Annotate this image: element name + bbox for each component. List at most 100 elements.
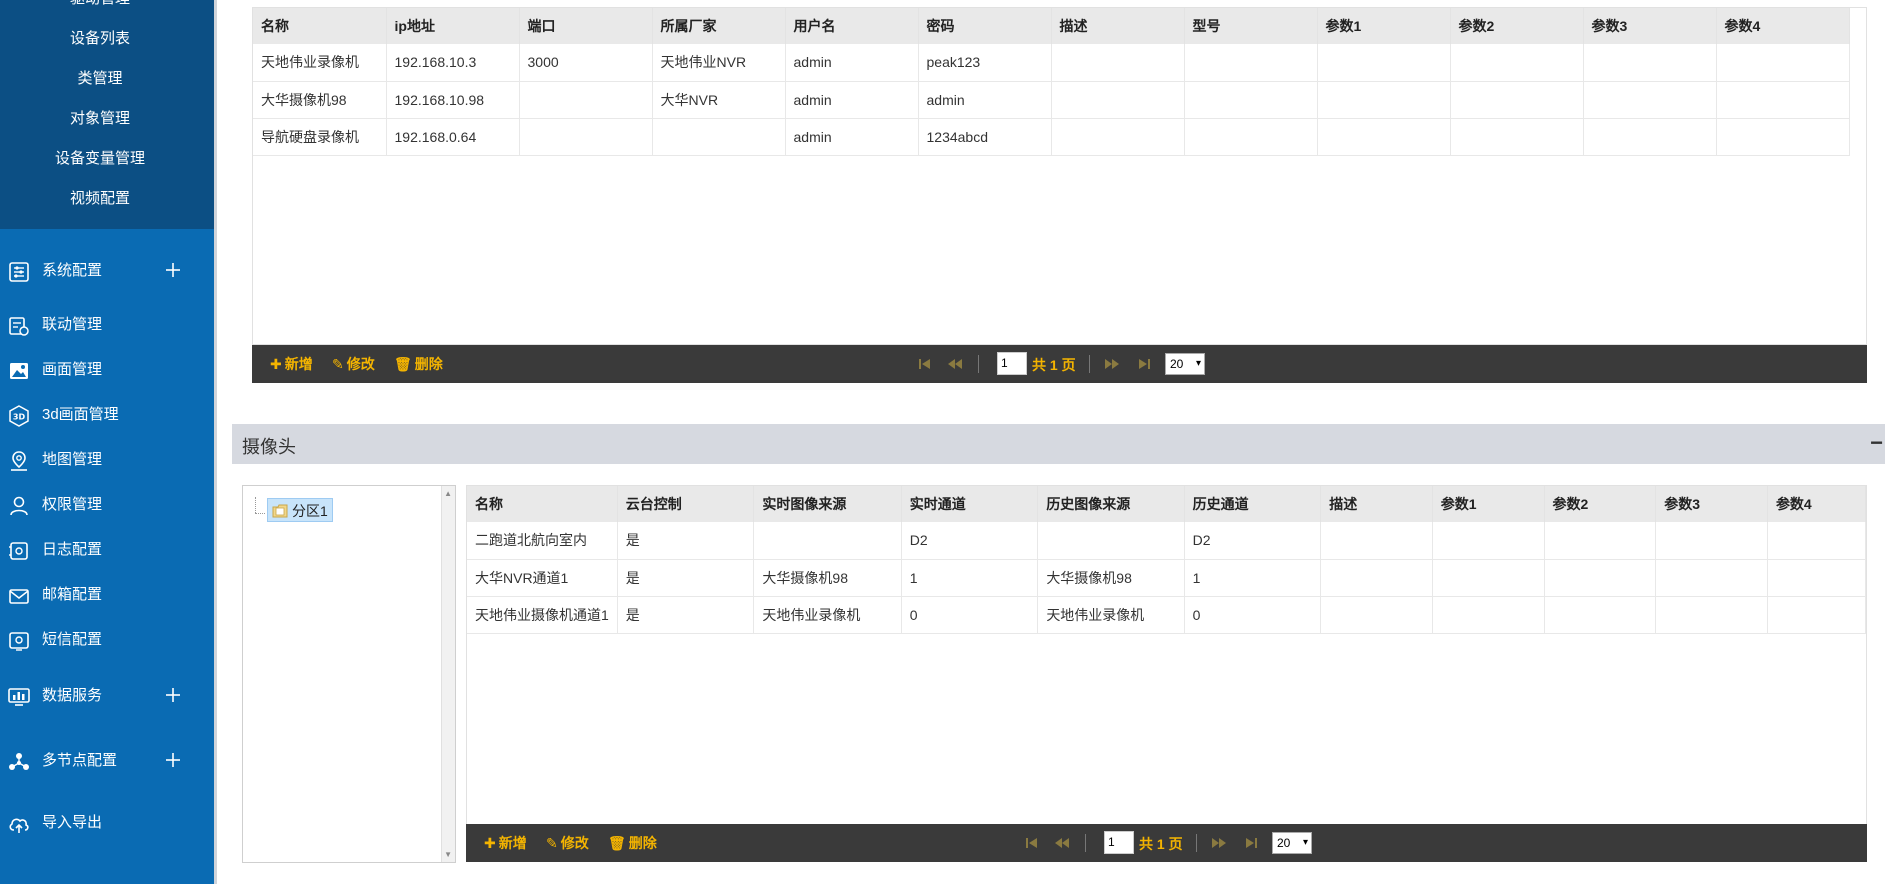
column-header-ptz[interactable]: 云台控制 — [617, 486, 755, 522]
expand-plus-icon[interactable] — [163, 685, 183, 705]
column-header-param1[interactable]: 参数1 — [1432, 486, 1545, 522]
tree-node[interactable]: 分区1 — [267, 498, 333, 522]
column-header-param2[interactable]: 参数2 — [1544, 486, 1657, 522]
table-row[interactable]: 天地伟业摄像机通道1 是天地伟业录像机 0 天地伟业录像机 0 — [467, 596, 1866, 634]
edit-button[interactable]: ✎ 修改 — [546, 835, 589, 851]
table-cell — [1767, 596, 1866, 634]
table-row[interactable]: 天地伟业录像机 192.168.10.3 3000 天地伟业NVR admin peak1… — [253, 44, 1850, 82]
table-cell: admin — [785, 118, 919, 156]
tree-scrollbar[interactable]: ▲ ▼ — [441, 486, 455, 862]
next-page-icon[interactable] — [1105, 356, 1119, 372]
page-number-input[interactable]: 1 — [997, 352, 1027, 375]
column-header-password[interactable]: 密码 — [918, 8, 1052, 44]
table-cell — [1767, 522, 1866, 560]
sidebar-item-linkage[interactable]: 联动管理 — [0, 308, 214, 342]
camera-table-body: 二跑道北航向室内是 D2 D2 大华NVR通道1 是大华摄像机98 1 大华摄像机98 1 … — [467, 522, 1866, 634]
table-row[interactable]: 导航硬盘录像机 192.168.0.64 admin 1234abcd — [253, 118, 1850, 156]
sidebar-item-import-export[interactable]: 导入导出 — [0, 806, 214, 840]
page-size-select[interactable]: 20 ▾ — [1272, 832, 1312, 854]
sidebar-item-permission[interactable]: 权限管理 — [0, 488, 214, 522]
sidebar-item-system-config[interactable]: 系统配置 — [0, 254, 214, 288]
table-cell: admin — [918, 81, 1052, 119]
table-row[interactable]: 大华摄像机98 192.168.10.98 大华NVR admin admin — [253, 81, 1850, 119]
page-number-input[interactable]: 1 — [1104, 831, 1134, 854]
next-page-icon[interactable] — [1212, 835, 1226, 851]
table-cell: 0 — [901, 596, 1039, 634]
sidebar-item-map[interactable]: 地图管理 — [0, 443, 214, 477]
scroll-up-icon[interactable]: ▲ — [444, 489, 452, 498]
sidebar-item-label: 地图管理 — [42, 451, 103, 468]
column-header-history-source[interactable]: 历史图像来源 — [1037, 486, 1185, 522]
column-header-param3[interactable]: 参数3 — [1583, 8, 1717, 44]
prev-page-icon[interactable] — [948, 356, 962, 372]
scroll-down-icon[interactable]: ▼ — [444, 850, 452, 859]
table-cell — [1037, 522, 1185, 560]
column-header-port[interactable]: 端口 — [519, 8, 653, 44]
column-header-vendor[interactable]: 所属厂家 — [652, 8, 786, 44]
table-cell — [1544, 559, 1657, 597]
submenu-item-class[interactable]: 类管理 — [0, 69, 200, 89]
first-page-icon[interactable] — [918, 356, 932, 372]
sidebar-item-multi-node[interactable]: 多节点配置 — [0, 744, 214, 778]
table-cell — [1317, 81, 1451, 119]
table-cell — [1184, 118, 1318, 156]
column-header-name[interactable]: 名称 — [467, 486, 618, 522]
column-header-description[interactable]: 描述 — [1051, 8, 1185, 44]
first-page-icon[interactable] — [1025, 835, 1039, 851]
sidebar-item-log[interactable]: 日志配置 — [0, 533, 214, 567]
add-button[interactable]: ✚ 新增 — [270, 356, 313, 372]
delete-button[interactable]: 🗑 删除 — [608, 835, 657, 851]
column-header-username[interactable]: 用户名 — [785, 8, 919, 44]
table-cell — [519, 81, 653, 119]
sidebar-item-3d-screen[interactable]: 3D 3d画面管理 — [0, 398, 214, 432]
plus-icon: ✚ — [484, 835, 496, 851]
table-cell — [1583, 118, 1717, 156]
table-cell: 天地伟业录像机 — [753, 596, 902, 634]
column-header-live-source[interactable]: 实时图像来源 — [753, 486, 902, 522]
table-cell — [1544, 596, 1657, 634]
column-header-param4[interactable]: 参数4 — [1716, 8, 1850, 44]
expand-plus-icon[interactable] — [163, 260, 183, 280]
column-header-history-channel[interactable]: 历史通道 — [1184, 486, 1322, 522]
page-size-select[interactable]: 20 ▾ — [1165, 353, 1205, 375]
sidebar-item-screen[interactable]: 画面管理 — [0, 353, 214, 387]
prev-page-icon[interactable] — [1055, 835, 1069, 851]
edit-button-label: 修改 — [346, 356, 375, 372]
pager-separator — [1196, 834, 1197, 852]
add-button[interactable]: ✚ 新增 — [484, 835, 527, 851]
submenu-item-device-variable[interactable]: 设备变量管理 — [0, 149, 200, 169]
last-page-icon[interactable] — [1244, 835, 1258, 851]
table-cell — [1655, 596, 1768, 634]
table-cell — [1655, 522, 1768, 560]
column-header-param4[interactable]: 参数4 — [1767, 486, 1866, 522]
column-header-param2[interactable]: 参数2 — [1450, 8, 1584, 44]
sidebar-item-mail[interactable]: 邮箱配置 — [0, 578, 214, 612]
submenu-item-video-config[interactable]: 视频配置 — [0, 189, 200, 209]
column-header-live-channel[interactable]: 实时通道 — [901, 486, 1039, 522]
column-header-param1[interactable]: 参数1 — [1317, 8, 1451, 44]
column-header-description[interactable]: 描述 — [1320, 486, 1433, 522]
delete-button-label: 删除 — [414, 356, 443, 372]
submenu-item-object[interactable]: 对象管理 — [0, 109, 200, 129]
last-page-icon[interactable] — [1137, 356, 1151, 372]
submenu-item-device-list[interactable]: 设备列表 — [0, 29, 200, 49]
table-cell — [1051, 44, 1185, 82]
table-cell — [1716, 118, 1850, 156]
submenu-item-driver[interactable]: 驱动管理 — [0, 0, 200, 9]
collapse-icon[interactable]: − — [1870, 430, 1883, 456]
edit-button[interactable]: ✎ 修改 — [332, 356, 375, 372]
sidebar-item-data-service[interactable]: 数据服务 — [0, 679, 214, 713]
table-header-row: 名称 ip地址 端口 所属厂家 用户名 密码 描述 型号 参数1 参数2 参数3… — [253, 8, 1850, 44]
table-cell: 192.168.10.98 — [386, 81, 520, 119]
delete-button[interactable]: 🗑 删除 — [394, 356, 443, 372]
column-header-param3[interactable]: 参数3 — [1655, 486, 1768, 522]
table-row[interactable]: 二跑道北航向室内是 D2 D2 — [467, 522, 1866, 560]
camera-table: 名称 云台控制 实时图像来源 实时通道 历史图像来源 历史通道 描述 参数1 参… — [467, 486, 1866, 634]
table-row[interactable]: 大华NVR通道1 是大华摄像机98 1 大华摄像机98 1 — [467, 559, 1866, 597]
column-header-ip[interactable]: ip地址 — [386, 8, 520, 44]
column-header-model[interactable]: 型号 — [1184, 8, 1318, 44]
expand-plus-icon[interactable] — [163, 750, 183, 770]
sidebar-item-sms[interactable]: 短信配置 — [0, 623, 214, 657]
pager-separator — [1085, 834, 1086, 852]
column-header-name[interactable]: 名称 — [253, 8, 387, 44]
